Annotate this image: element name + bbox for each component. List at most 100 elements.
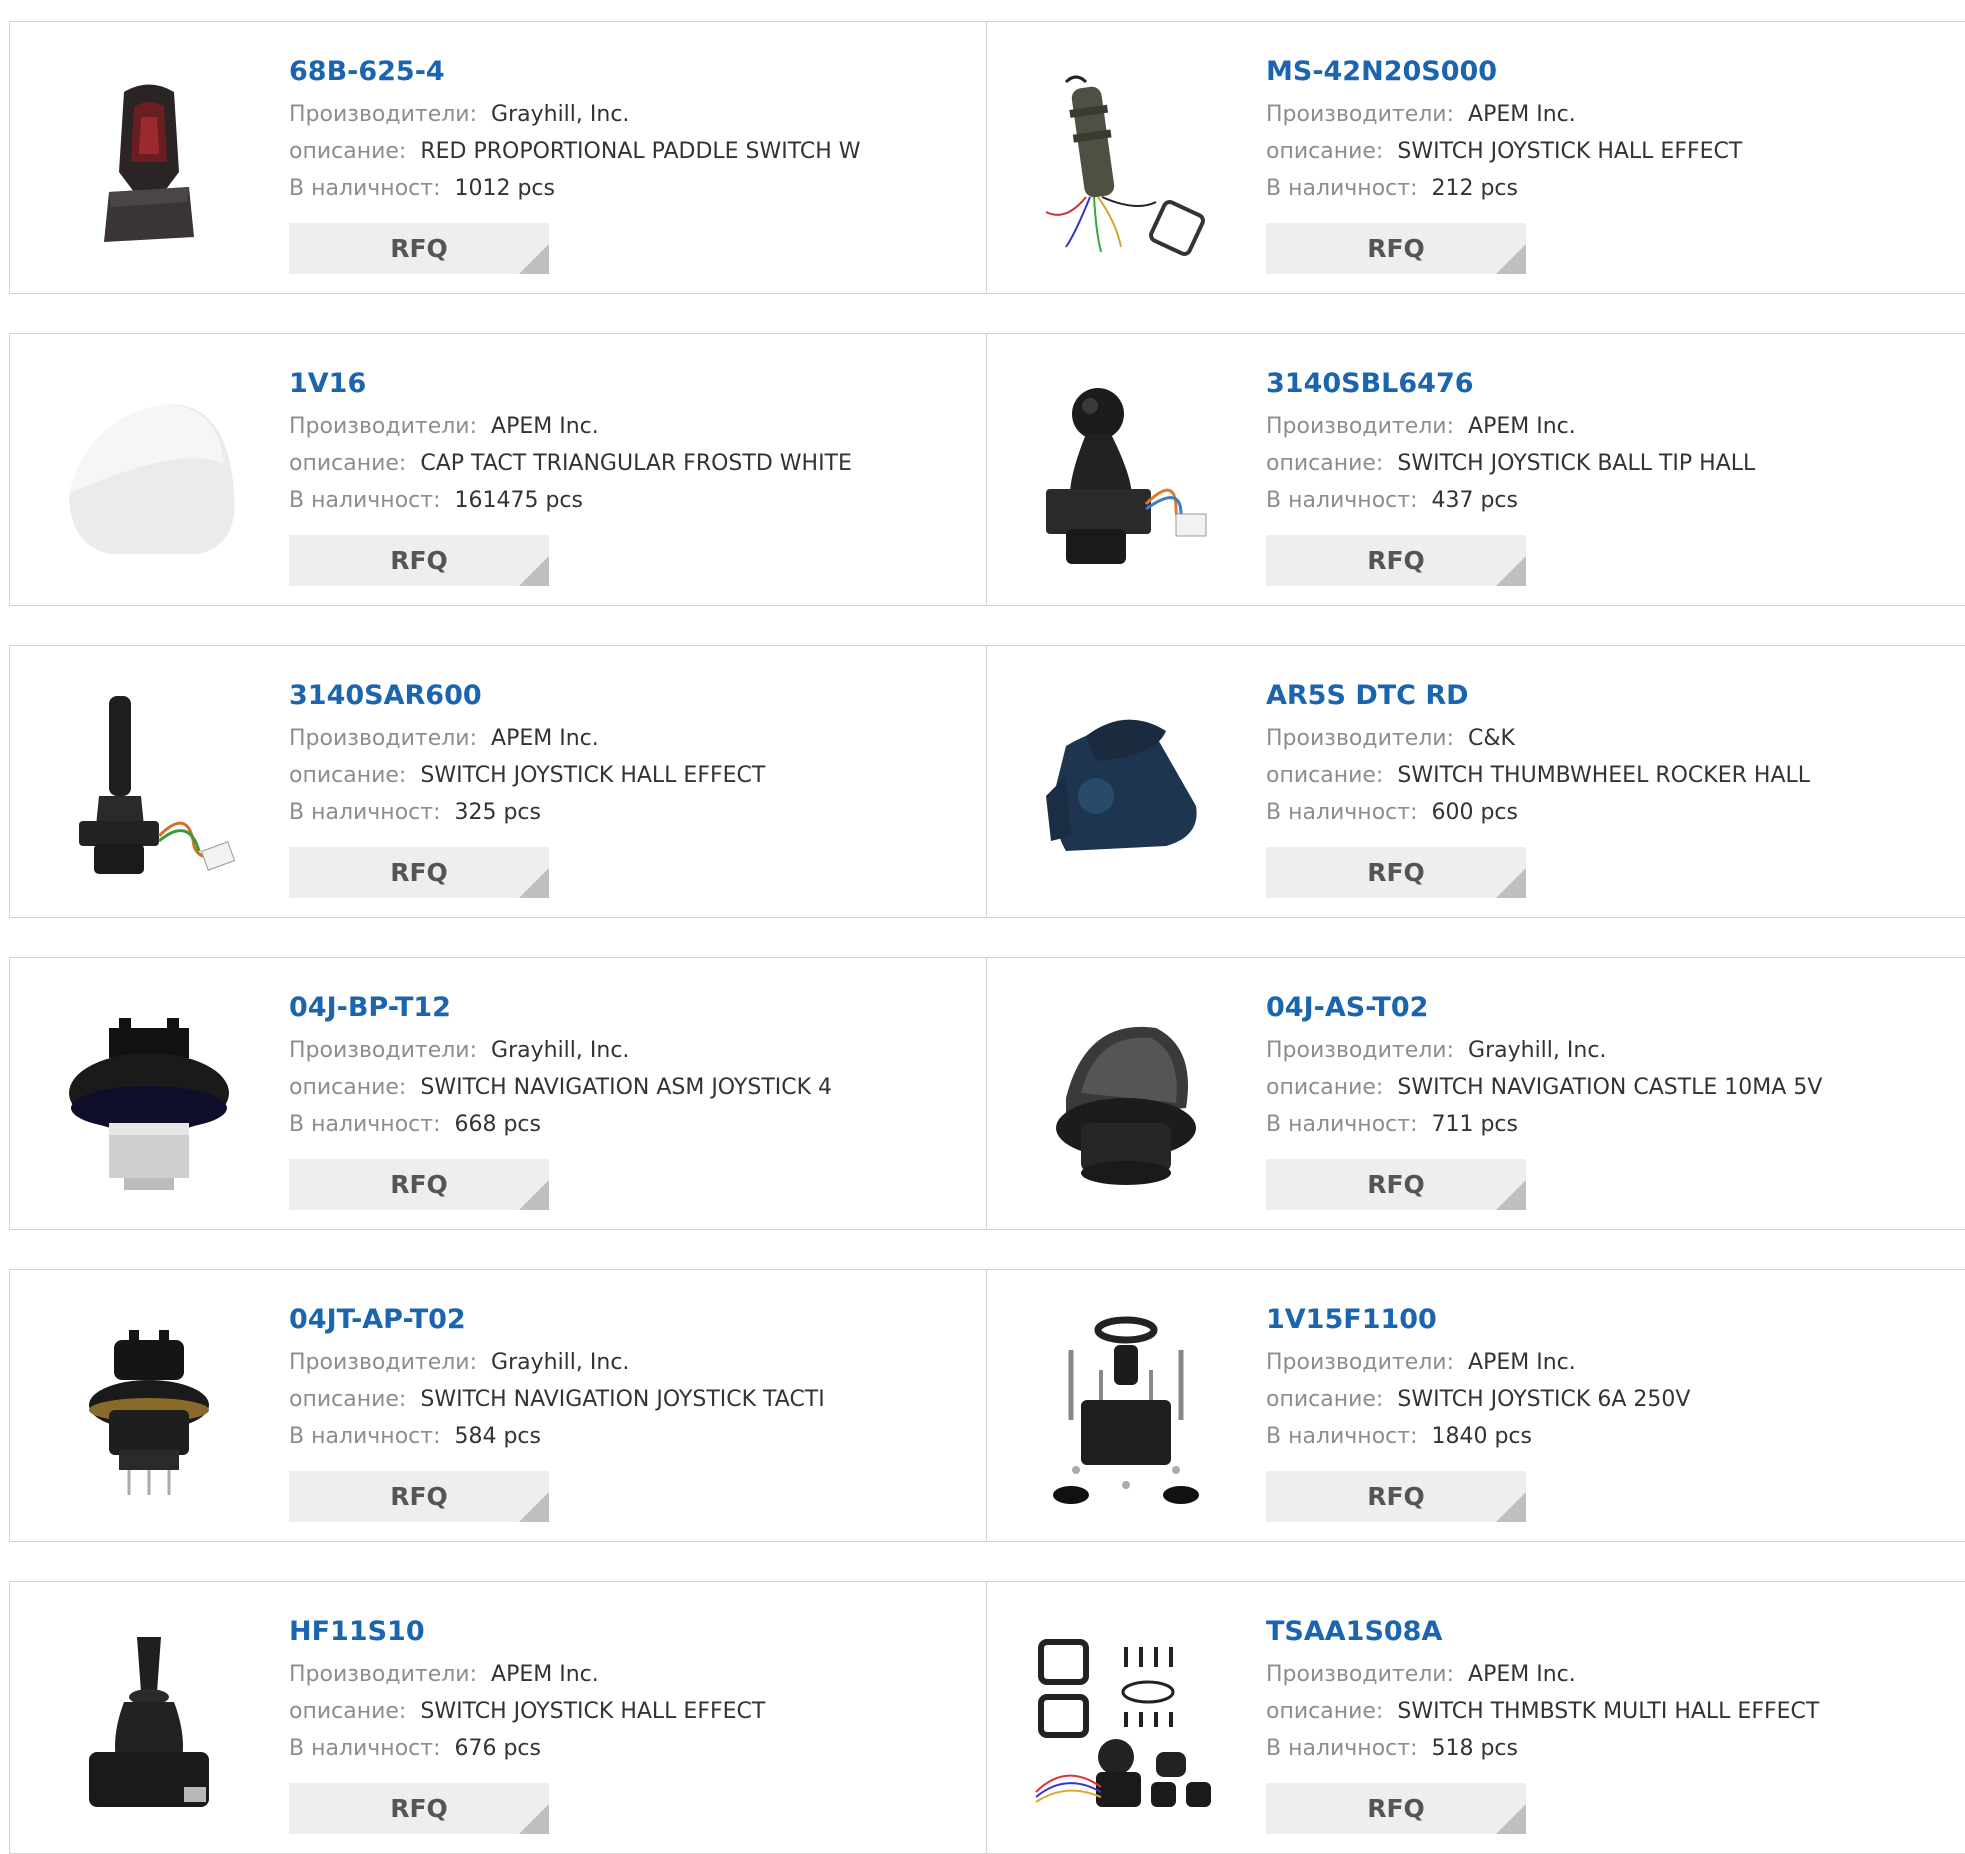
stock-value: 518 pcs [1431,1736,1518,1761]
corner-triangle-icon [519,244,549,274]
description-line: описание: SWITCH JOYSTICK HALL EFFECT [289,757,966,794]
part-number-link[interactable]: 3140SAR600 [289,676,966,716]
corner-triangle-icon [519,1492,549,1522]
corner-triangle-icon [1496,868,1526,898]
corner-triangle-icon [1496,556,1526,586]
part-number-link[interactable]: HF11S10 [289,1612,966,1652]
rfq-button[interactable]: RFQ [1266,223,1526,274]
stock-label: В наличност: [1266,1736,1418,1761]
rfq-button[interactable]: RFQ [1266,847,1526,898]
white-cap-image [49,374,249,574]
rfq-button[interactable]: RFQ [289,847,549,898]
product-image[interactable] [1026,62,1226,262]
rfq-button[interactable]: RFQ [1266,1471,1526,1522]
manufacturer-line: Производители: Grayhill, Inc. [289,1032,966,1069]
description-label: описание: [289,1699,407,1724]
rfq-button[interactable]: RFQ [1266,535,1526,586]
part-number-link[interactable]: AR5S DTC RD [1266,676,1943,716]
description-label: описание: [1266,1075,1384,1100]
manufacturer-label: Производители: [289,726,478,751]
description-value: SWITCH THUMBWHEEL ROCKER HALL [1397,763,1811,788]
product-image[interactable] [1026,998,1226,1198]
description-label: описание: [289,451,407,476]
stock-label: В наличност: [1266,1112,1418,1137]
part-number-link[interactable]: TSAA1S08A [1266,1612,1943,1652]
manufacturer-label: Производители: [289,1350,478,1375]
joystick-kit-image [1026,1310,1226,1510]
stick-joystick-image [49,686,249,886]
manufacturer-label: Производители: [289,102,478,127]
part-number-link[interactable]: 68B-625-4 [289,52,966,92]
product-image[interactable] [49,686,249,886]
description-line: описание: SWITCH JOYSTICK BALL TIP HALL [1266,445,1943,482]
manufacturer-line: Производители: APEM Inc. [1266,96,1943,133]
product-card: 04J-AS-T02 Производители: Grayhill, Inc. оп… [986,958,1963,1229]
rfq-button[interactable]: RFQ [1266,1783,1526,1834]
part-number-link[interactable]: 04J-AS-T02 [1266,988,1943,1028]
rfq-button[interactable]: RFQ [289,535,549,586]
manufacturer-line: Производители: APEM Inc. [1266,408,1943,445]
stock-value: 711 pcs [1431,1112,1518,1137]
product-image[interactable] [1026,1622,1226,1822]
rfq-button[interactable]: RFQ [289,223,549,274]
thumbstick-kit-image [1026,1622,1226,1822]
description-label: описание: [289,1075,407,1100]
product-info: HF11S10 Производители: APEM Inc. описание: S… [289,1612,966,1767]
product-image[interactable] [49,62,249,262]
stock-line: В наличност: 161475 pcs [289,482,966,519]
corner-triangle-icon [519,556,549,586]
product-image[interactable] [49,998,249,1198]
product-image[interactable] [1026,686,1226,886]
rfq-label: RFQ [1367,546,1425,575]
description-value: SWITCH NAVIGATION ASM JOYSTICK 4 [420,1075,833,1100]
product-image[interactable] [49,374,249,574]
rfq-label: RFQ [1367,1482,1425,1511]
product-info: 04JT-AP-T02 Производители: Grayhill, Inc. о… [289,1300,966,1455]
manufacturer-line: Производители: APEM Inc. [1266,1656,1943,1693]
stock-label: В наличност: [1266,488,1418,513]
stock-value: 584 pcs [454,1424,541,1449]
description-value: SWITCH NAVIGATION JOYSTICK TACTI [420,1387,825,1412]
rfq-label: RFQ [390,546,448,575]
rfq-label: RFQ [1367,1794,1425,1823]
manufacturer-value: APEM Inc. [1468,102,1576,127]
description-value: SWITCH JOYSTICK HALL EFFECT [1397,139,1743,164]
stock-label: В наличност: [1266,800,1418,825]
paddle-switch-image [49,62,249,262]
product-info: 3140SBL6476 Производители: APEM Inc. описан… [1266,364,1943,519]
part-number-link[interactable]: 1V15F1100 [1266,1300,1943,1340]
product-image[interactable] [1026,374,1226,574]
hall-joystick-image [49,1622,249,1822]
rfq-button[interactable]: RFQ [289,1471,549,1522]
product-image[interactable] [1026,1310,1226,1510]
part-number-link[interactable]: MS-42N20S000 [1266,52,1943,92]
rfq-button[interactable]: RFQ [289,1159,549,1210]
description-label: описание: [1266,1387,1384,1412]
product-image[interactable] [49,1622,249,1822]
manufacturer-label: Производители: [289,1662,478,1687]
product-card: 3140SBL6476 Производители: APEM Inc. описан… [986,334,1963,605]
product-row: 3140SAR600 Производители: APEM Inc. описани… [9,645,1965,918]
stock-line: В наличност: 600 pcs [1266,794,1943,831]
product-row: 04J-BP-T12 Производители: Grayhill, Inc. оп… [9,957,1965,1230]
rfq-button[interactable]: RFQ [1266,1159,1526,1210]
stock-label: В наличност: [1266,1424,1418,1449]
manufacturer-label: Производители: [1266,1350,1455,1375]
part-number-link[interactable]: 1V16 [289,364,966,404]
product-grid: 68B-625-4 Производители: Grayhill, Inc. опи… [0,0,1965,1854]
description-line: описание: SWITCH NAVIGATION CASTLE 10MA 5… [1266,1069,1943,1106]
ball-joystick-image [1026,374,1226,574]
description-label: описание: [1266,1699,1384,1724]
description-label: описание: [289,1387,407,1412]
part-number-link[interactable]: 04J-BP-T12 [289,988,966,1028]
stock-value: 325 pcs [454,800,541,825]
product-row: HF11S10 Производители: APEM Inc. описание: S… [9,1581,1965,1854]
product-info: 68B-625-4 Производители: Grayhill, Inc. опи… [289,52,966,207]
part-number-link[interactable]: 04JT-AP-T02 [289,1300,966,1340]
description-line: описание: SWITCH NAVIGATION ASM JOYSTICK … [289,1069,966,1106]
product-image[interactable] [49,1310,249,1510]
part-number-link[interactable]: 3140SBL6476 [1266,364,1943,404]
product-row: 1V16 Производители: APEM Inc. описание: CAP … [9,333,1965,606]
rfq-button[interactable]: RFQ [289,1783,549,1834]
navigation-switch-image [49,998,249,1198]
